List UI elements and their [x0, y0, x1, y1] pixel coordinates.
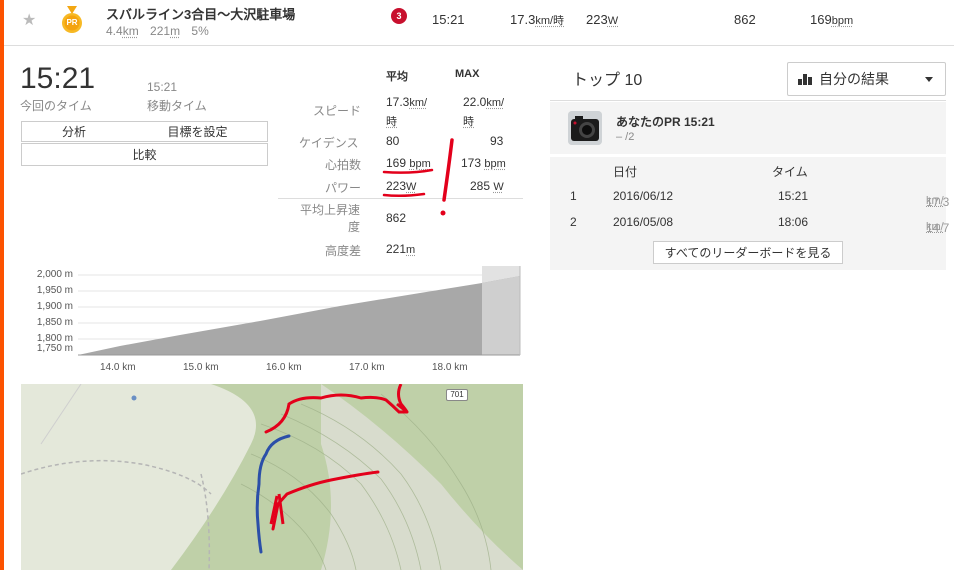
- y-tick-label: 1,750 m: [36, 343, 73, 354]
- leaderboard-footer: すべてのリーダーボードを見る: [550, 235, 946, 270]
- row-rank: 1: [570, 189, 577, 203]
- leaderboard-header: 日付 タイム: [550, 157, 946, 183]
- x-tick-label: 18.0 km: [432, 362, 468, 373]
- stat-label-cadence: ケイデンス: [299, 136, 359, 150]
- segment-meta: 4.4km 221m 5%: [106, 24, 209, 38]
- row-time: 18:06: [778, 215, 809, 229]
- pr-medal-icon: PR: [61, 6, 83, 34]
- segment-name[interactable]: スバルライン3合目〜大沢駐車場: [106, 4, 295, 23]
- avatar: [568, 111, 602, 145]
- leaderboard-row[interactable]: 1 2016/06/12 15:21 17.3km/時: [550, 183, 949, 222]
- segment-time: 15:21: [432, 12, 465, 27]
- row-time: 15:21: [778, 189, 809, 203]
- x-tick-label: 14.0 km: [100, 362, 136, 373]
- filter-label: 自分の結果: [819, 71, 889, 87]
- moving-time-label: 移動タイム: [147, 99, 207, 113]
- analysis-button[interactable]: 分析: [22, 122, 126, 141]
- segment-hr: 169bpm: [810, 12, 854, 27]
- leaderboard-top-rule: [550, 100, 946, 101]
- pr-title: あなたのPR 15:21: [616, 115, 715, 129]
- stat-label-elev: 高度差: [325, 244, 362, 258]
- col-date: 日付: [613, 165, 638, 179]
- y-tick-label: 1,950 m: [36, 285, 73, 296]
- set-goal-button[interactable]: 目標を設定: [126, 122, 269, 141]
- stat-label-hr: 心拍数: [325, 158, 362, 172]
- row-rank: 2: [570, 215, 577, 229]
- row-date: 2016/05/08: [613, 215, 674, 229]
- pr-subtitle: – /2: [616, 131, 635, 143]
- moving-time: 15:21: [147, 80, 178, 94]
- row-date: 2016/06/12: [613, 189, 674, 203]
- bar-chart-icon: [798, 73, 812, 85]
- leaderboard-title: トップ 10: [572, 72, 643, 89]
- leaderboard-filter-dropdown[interactable]: 自分の結果: [787, 62, 946, 96]
- stat-label-power: パワー: [325, 181, 362, 195]
- stat-label-vam: 平均上昇速度: [300, 203, 361, 234]
- x-tick-label: 17.0 km: [349, 362, 385, 373]
- col-time: タイム: [772, 165, 808, 179]
- star-icon[interactable]: ★: [22, 10, 36, 30]
- y-tick-label: 1,850 m: [36, 317, 73, 328]
- stats-header-max: MAX: [455, 68, 480, 80]
- stat-power-max: 285 W: [470, 179, 504, 193]
- segment-power: 223W: [586, 12, 619, 27]
- stat-elev-avg: 221m: [386, 242, 416, 256]
- y-tick-label: 1,900 m: [36, 301, 73, 312]
- route-map[interactable]: 701: [21, 384, 523, 570]
- accent-bar: [0, 0, 4, 570]
- elevation-chart[interactable]: 2,000 m 1,950 m 1,900 m 1,850 m 1,800 m …: [20, 266, 522, 376]
- road-number-badge: 701: [446, 389, 468, 401]
- x-tick-label: 15.0 km: [183, 362, 219, 373]
- caret-down-icon: [925, 77, 933, 82]
- red-annotation: [382, 138, 454, 216]
- stat-cadence-max: 93: [490, 134, 504, 148]
- segment-vam: 862: [734, 12, 756, 27]
- x-tick-label: 16.0 km: [266, 362, 302, 373]
- elevation-profile-tail: [482, 276, 520, 355]
- elevation-profile: [78, 276, 520, 355]
- stat-speed-max: 22.0km/時: [463, 95, 505, 128]
- y-tick-label: 2,000 m: [36, 269, 73, 280]
- stat-speed-avg: 17.3km/時: [386, 95, 428, 128]
- rank-badge: 3: [391, 8, 407, 24]
- stats-header-avg: 平均: [386, 71, 408, 83]
- elapsed-time-label: 今回のタイム: [20, 99, 92, 113]
- compare-button[interactable]: 比較: [21, 143, 268, 166]
- stat-label-speed: スピード: [313, 104, 362, 118]
- segment-speed: 17.3km/時: [510, 12, 565, 27]
- pr-card[interactable]: あなたのPR 15:21 – /2: [550, 102, 946, 154]
- leaderboard-row[interactable]: 2 2016/05/08 18:06 14.7km/時: [550, 209, 949, 248]
- view-all-leaderboard-button[interactable]: すべてのリーダーボードを見る: [653, 241, 843, 264]
- segment-row[interactable]: ★ PR スバルライン3合目〜大沢駐車場 4.4km 221m 5% 3 15:…: [4, 0, 954, 46]
- button-row-top: 分析 目標を設定: [21, 121, 268, 142]
- elapsed-time: 15:21: [20, 62, 96, 95]
